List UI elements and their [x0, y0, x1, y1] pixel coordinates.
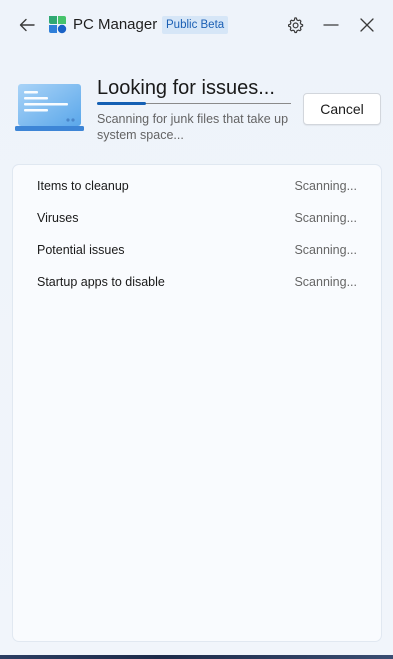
scan-title: Looking for issues...	[97, 77, 275, 99]
pc-manager-logo-icon	[49, 16, 67, 34]
back-arrow-icon	[19, 18, 35, 32]
result-row-cleanup: Items to cleanup Scanning...	[13, 170, 381, 202]
beta-badge: Public Beta	[162, 16, 229, 34]
scan-progress-fill	[97, 102, 146, 105]
result-row-potential-issues: Potential issues Scanning...	[13, 234, 381, 266]
title-bar: PC Manager Public Beta	[0, 0, 393, 50]
result-row-startup-apps: Startup apps to disable Scanning...	[13, 266, 381, 298]
result-status: Scanning...	[294, 211, 357, 225]
scan-progress-bar	[97, 102, 291, 105]
result-status: Scanning...	[294, 275, 357, 289]
close-button[interactable]	[354, 12, 380, 38]
app-window: PC Manager Public Beta Looking for issue…	[0, 0, 393, 655]
result-label: Potential issues	[37, 243, 125, 257]
app-title: PC Manager	[73, 16, 158, 33]
laptop-scan-icon	[15, 84, 84, 131]
cancel-button[interactable]: Cancel	[303, 93, 381, 125]
taskbar-edge	[0, 655, 393, 659]
result-status: Scanning...	[294, 243, 357, 257]
scan-results-list: Items to cleanup Scanning... Viruses Sca…	[13, 165, 381, 641]
result-row-viruses: Viruses Scanning...	[13, 202, 381, 234]
close-icon	[360, 18, 374, 32]
result-label: Items to cleanup	[37, 179, 129, 193]
result-label: Viruses	[37, 211, 79, 225]
scan-subtitle: Scanning for junk files that take up sys…	[97, 112, 289, 142]
result-label: Startup apps to disable	[37, 275, 165, 289]
minimize-icon	[323, 24, 339, 26]
minimize-button[interactable]	[318, 12, 344, 38]
back-button[interactable]	[14, 12, 40, 38]
gear-icon	[288, 17, 304, 34]
settings-button[interactable]	[282, 12, 308, 38]
result-status: Scanning...	[294, 179, 357, 193]
